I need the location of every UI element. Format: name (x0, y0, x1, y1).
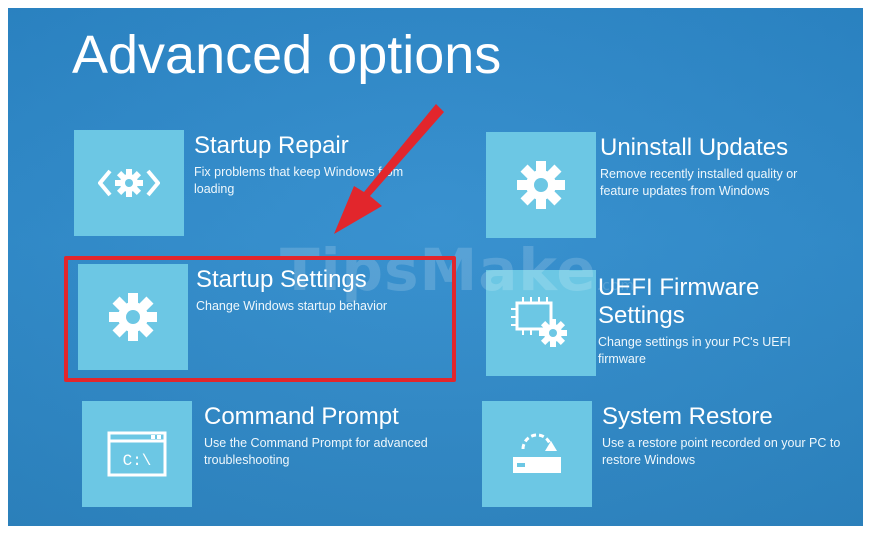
option-tile (486, 270, 596, 376)
gear-icon (109, 293, 157, 341)
option-tile (74, 130, 184, 236)
option-command-prompt[interactable]: C:\ Command Prompt Use the Command Promp… (82, 401, 452, 511)
page-title: Advanced options (72, 25, 502, 85)
option-startup-repair[interactable]: Startup Repair Fix problems that keep Wi… (74, 130, 454, 240)
option-description: Use the Command Prompt for advanced trou… (204, 436, 428, 467)
option-description: Change Windows startup behavior (196, 299, 388, 313)
option-description: Use a restore point recorded on your PC … (602, 436, 841, 467)
chip-gear-icon (511, 297, 567, 347)
option-tile (78, 264, 188, 370)
option-tile (486, 132, 596, 238)
option-title: Startup Settings (196, 266, 367, 293)
option-system-restore[interactable]: System Restore Use a restore point recor… (482, 401, 862, 511)
option-title: System Restore (602, 403, 773, 430)
option-description: Change settings in your PC's UEFI firmwa… (598, 335, 791, 366)
option-title: UEFI Firmware Settings (598, 274, 760, 329)
code-brackets-gear-icon (98, 169, 160, 197)
restore-icon (513, 433, 561, 473)
option-description: Remove recently installed quality or fea… (600, 167, 798, 198)
option-title: Uninstall Updates (600, 134, 789, 161)
option-title: Startup Repair (194, 132, 349, 159)
option-startup-settings[interactable]: Startup Settings Change Windows startup … (78, 264, 448, 374)
option-tile: C:\ (82, 401, 192, 507)
option-tile (482, 401, 592, 507)
option-description: Fix problems that keep Windows from load… (194, 165, 404, 196)
gear-icon (517, 161, 565, 209)
terminal-icon-text: C:\ (123, 452, 152, 470)
recovery-screen: Advanced options Startup Repair Fix prob… (8, 8, 863, 526)
option-uefi-firmware-settings[interactable]: UEFI Firmware Settings Change settings i… (486, 270, 856, 380)
option-title: Command Prompt (204, 403, 399, 430)
terminal-icon: C:\ (107, 431, 167, 477)
option-uninstall-updates[interactable]: Uninstall Updates Remove recently instal… (486, 132, 856, 242)
